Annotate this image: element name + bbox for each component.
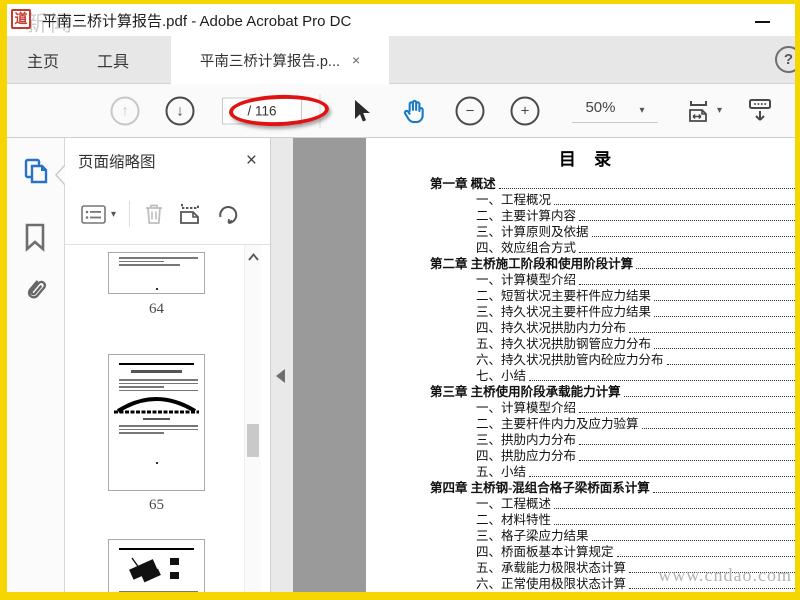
toc-entry: 三、计算原则及依据 <box>366 224 795 240</box>
toc-entry: 四、拱肋应力分布 <box>366 448 795 464</box>
thumbnail-list: 64 65 <box>65 245 270 592</box>
page-thumbnails-icon[interactable] <box>22 157 50 187</box>
toc-entry: 第一章 概述 <box>366 176 795 192</box>
tab-tools[interactable]: 工具 <box>85 36 141 83</box>
fit-width-icon <box>689 100 707 122</box>
pdf-page: 目 录 第一章 概述 一、工程概况 二、主要计算内容 三、计算原则及依据 四、效应组合方… <box>366 138 795 592</box>
panel-header: 页面缩略图 × <box>65 138 270 184</box>
tab-bar: 主页 工具 平南三桥计算报告.p... × ? <box>7 36 795 84</box>
panel-toolbar-divider <box>129 201 131 227</box>
chevron-down-icon: ▾ <box>111 208 117 220</box>
panel-title: 页面缩略图 <box>78 154 156 171</box>
thumbnail-label: 64 <box>149 301 164 317</box>
main-area: 页面缩略图 × ▾ 64 65 目 录 第一章 概述 一、工程概况 二、主要计算… <box>7 138 795 592</box>
tab-home[interactable]: 主页 <box>15 36 71 83</box>
title-bar: 新闻 道 平南三桥计算报告.pdf - Adobe Acrobat Pro DC <box>7 4 795 36</box>
minimize-icon[interactable] <box>755 21 770 23</box>
thumbnail-page-64[interactable] <box>108 252 205 294</box>
model-figure <box>128 557 179 583</box>
thumbnails-panel: 页面缩略图 × ▾ 64 65 <box>65 138 271 592</box>
site-watermark: www.cndao.com <box>658 565 792 585</box>
delete-pages-button[interactable] <box>143 202 165 226</box>
collapse-left-icon[interactable] <box>276 369 285 383</box>
next-page-button[interactable]: ↓ <box>165 96 195 125</box>
thumbnail-page-65[interactable] <box>108 354 205 491</box>
acrobat-window: 新闻 道 平南三桥计算报告.pdf - Adobe Acrobat Pro DC… <box>7 4 795 592</box>
fit-width-button[interactable]: ▾ <box>686 98 722 124</box>
scroll-up-icon[interactable] <box>248 253 259 261</box>
chevron-down-icon: ▾ <box>716 105 723 116</box>
help-icon[interactable]: ? <box>775 46 795 73</box>
tab-document[interactable]: 平南三桥计算报告.p... × <box>171 36 390 84</box>
options-list-icon <box>81 204 106 224</box>
thumbnail-options-button[interactable]: ▾ <box>81 204 117 224</box>
thumbnail-label: 65 <box>149 497 164 513</box>
hand-tool-icon[interactable] <box>401 98 427 124</box>
thumbnail-page-66[interactable] <box>108 539 205 592</box>
trash-icon <box>146 204 163 224</box>
panel-close-icon[interactable]: × <box>246 150 257 172</box>
toc-title: 目 录 <box>558 150 619 169</box>
rotate-pages-button[interactable] <box>216 202 240 226</box>
toc-list: 第一章 概述 一、工程概况 二、主要计算内容 三、计算原则及依据 四、效应组合方式 第二章… <box>366 176 795 592</box>
crop-pages-button[interactable] <box>178 202 203 226</box>
toc-entry: 一、工程概述 <box>366 496 795 512</box>
toc-entry: 二、主要杆件内力及应力验算 <box>366 416 795 432</box>
tab-close-icon[interactable]: × <box>352 52 360 68</box>
zoom-in-button[interactable]: + <box>510 96 540 125</box>
zoom-level-value: 50% <box>585 98 616 116</box>
attachments-icon[interactable] <box>22 276 50 304</box>
site-stamp-icon: 道 <box>11 9 31 29</box>
navigation-rail <box>7 138 65 592</box>
page-number-input[interactable]: / 116 <box>222 97 302 124</box>
select-tool-icon[interactable] <box>348 98 372 124</box>
rotate-icon <box>219 206 238 224</box>
tab-document-label: 平南三桥计算报告.p... <box>199 53 341 70</box>
panel-collapse-strip[interactable] <box>271 138 293 592</box>
panel-selected-notch <box>55 165 65 185</box>
toolbar-collapse-icon <box>749 98 771 121</box>
crop-pages-icon <box>180 204 200 224</box>
toc-entry: 第二章 主桥施工阶段和使用阶段计算 <box>366 256 795 272</box>
zoom-level-select[interactable]: 50% ▾ <box>572 99 658 123</box>
window-title: 平南三桥计算报告.pdf - Adobe Acrobat Pro DC <box>42 13 352 30</box>
thumbnails-scrollbar[interactable] <box>244 245 261 592</box>
toc-entry: 六、持久状况拱肋管内砼应力分布 <box>366 352 795 368</box>
document-view[interactable]: 目 录 第一章 概述 一、工程概况 二、主要计算内容 三、计算原则及依据 四、效应组合方… <box>293 138 795 592</box>
toc-entry: 第四章 主桥钢-混组合格子梁桥面系计算 <box>366 480 795 496</box>
zoom-out-button[interactable]: − <box>455 96 485 125</box>
bookmarks-icon[interactable] <box>22 222 48 252</box>
bridge-figure <box>114 397 199 414</box>
screenshot-frame: 新闻 道 平南三桥计算报告.pdf - Adobe Acrobat Pro DC… <box>0 0 800 600</box>
toc-entry: 一、工程概况 <box>366 192 795 208</box>
toc-entry: 三、拱肋内力分布 <box>366 432 795 448</box>
chevron-down-icon: ▾ <box>639 104 645 116</box>
previous-page-button[interactable]: ↑ <box>110 96 140 125</box>
hide-toolbar-button[interactable] <box>747 97 773 125</box>
panel-toolbar: ▾ <box>65 184 270 245</box>
toolbar-divider <box>319 93 321 128</box>
toc-entry: 第三章 主桥使用阶段承载能力计算 <box>366 384 795 400</box>
scrollbar-thumb[interactable] <box>247 424 259 457</box>
toolbar: ↑ ↓ / 116 − + 50% ▾ ▾ <box>7 84 795 138</box>
